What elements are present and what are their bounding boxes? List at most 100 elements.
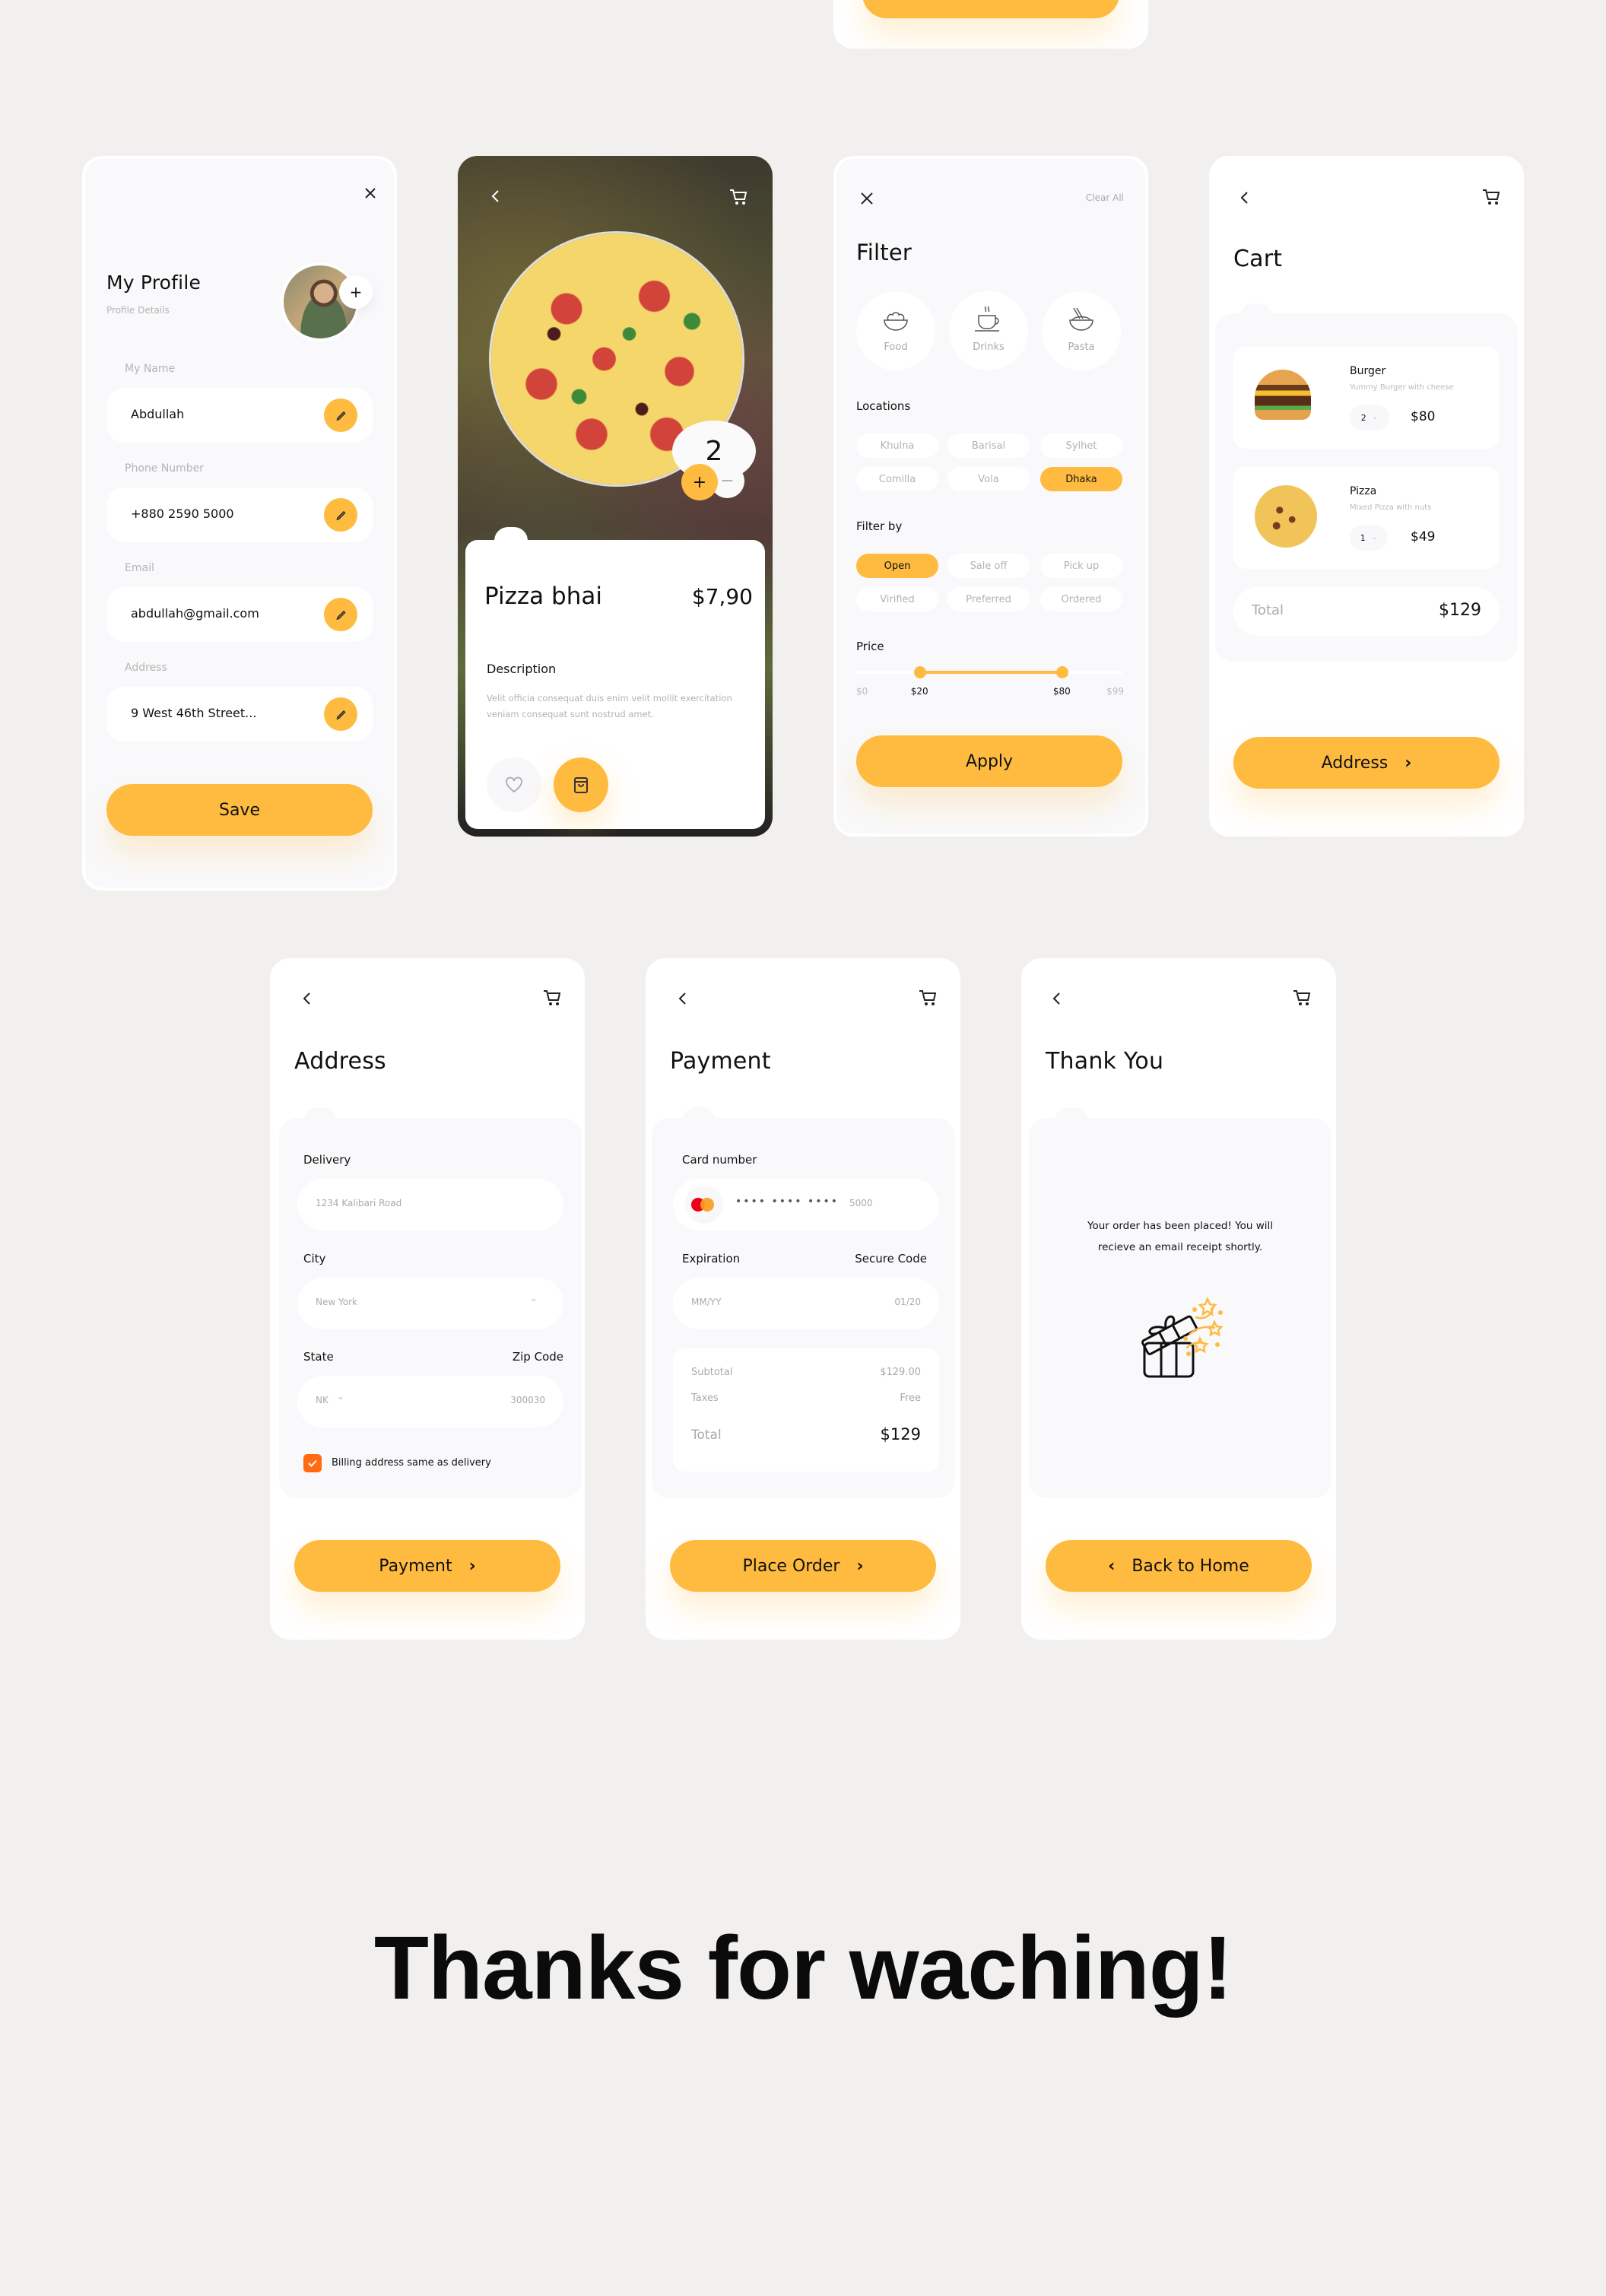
page-title: Cart [1233, 246, 1283, 272]
thank-you-screen: Thank You Your order has been placed! Yo… [1021, 958, 1336, 1640]
expiration-placeholder: MM/YY [691, 1297, 722, 1307]
chevron-left-icon [491, 190, 499, 202]
back-button[interactable] [673, 989, 691, 1008]
state-zip-input[interactable]: NK ⌄ 300030 [297, 1376, 563, 1427]
quantity-dropdown[interactable]: 1 ⌄ [1350, 525, 1388, 551]
city-select[interactable]: New York ⌄ [297, 1278, 563, 1329]
location-chip[interactable]: Vola [947, 467, 1030, 491]
location-chip[interactable]: Barisal [947, 433, 1030, 458]
location-chip[interactable]: Sylhet [1040, 433, 1122, 458]
field-label-address: Address [125, 662, 167, 674]
back-button[interactable] [1047, 989, 1065, 1008]
button-label: Payment [379, 1556, 452, 1576]
back-button[interactable] [297, 989, 316, 1008]
apply-label: Apply [965, 751, 1014, 771]
expiration-input[interactable]: MM/YY 01/20 [673, 1278, 939, 1329]
cart-button[interactable] [916, 987, 939, 1008]
description-title: Description [487, 662, 557, 676]
filter-chip[interactable]: Pick up [1040, 554, 1122, 578]
back-button[interactable] [485, 186, 505, 206]
tea-cup-icon [975, 306, 999, 332]
chevron-down-icon: ⌄ [1372, 414, 1379, 421]
email-value: abdullah@gmail.com [131, 606, 259, 621]
favorite-button[interactable] [487, 757, 541, 812]
expiration-value: 01/20 [894, 1297, 921, 1307]
cart-button[interactable] [541, 987, 563, 1008]
cart-button[interactable] [1480, 186, 1503, 208]
cart-icon [1293, 990, 1311, 1005]
payment-next-button[interactable]: Payment › [294, 1540, 560, 1592]
slider-thumb-high[interactable] [1055, 666, 1068, 678]
category-drinks[interactable]: Drinks [949, 291, 1028, 370]
chevron-left-icon [1052, 992, 1060, 1005]
card-last4: 5000 [849, 1198, 873, 1208]
pencil-icon [336, 710, 346, 720]
pencil-icon [336, 411, 346, 421]
back-button[interactable] [1235, 188, 1253, 208]
zip-value: 300030 [510, 1395, 545, 1405]
cart-icon [730, 189, 747, 205]
chevron-right-icon: › [1404, 753, 1412, 773]
clear-all-link[interactable]: Clear All [1086, 192, 1124, 203]
close-button[interactable] [858, 189, 876, 208]
price-high-label: $80 [1052, 686, 1071, 697]
description-text: Velit officia consequat duis enim velit … [487, 693, 732, 719]
filter-chip[interactable]: Sale off [947, 554, 1030, 578]
price-title: Price [856, 640, 884, 653]
cart-button[interactable] [727, 186, 750, 208]
slider-thumb-low[interactable] [913, 666, 926, 678]
field-label-phone: Phone Number [125, 462, 205, 475]
location-chip[interactable]: Comilla [856, 467, 938, 491]
shopping-bag-icon [574, 777, 588, 793]
location-chip[interactable]: Khulna [856, 433, 938, 458]
address-next-button[interactable]: Address › [1233, 737, 1500, 789]
taxes-value: Free [900, 1393, 921, 1404]
email-field[interactable]: abdullah@gmail.com [106, 587, 373, 642]
category-food[interactable]: Food [856, 291, 935, 370]
quantity-plus-button[interactable]: + [681, 464, 718, 500]
edit-email-button[interactable] [324, 598, 357, 631]
edit-name-button[interactable] [324, 399, 357, 432]
cart-button[interactable] [1290, 987, 1313, 1008]
back-to-home-button[interactable]: ‹ Back to Home [1046, 1540, 1312, 1592]
phone-field[interactable]: +880 2590 5000 [106, 487, 373, 542]
filter-chip[interactable]: Preferred [947, 587, 1030, 611]
price-range-slider[interactable] [856, 666, 1122, 678]
address-field[interactable]: 9 West 46th Street... [106, 687, 373, 742]
place-order-button[interactable]: Place Order › [670, 1540, 936, 1592]
cart-item-name: Burger [1350, 365, 1386, 377]
billing-checkbox[interactable] [303, 1454, 322, 1472]
delivery-input[interactable]: 1234 Kalibari Road [297, 1179, 563, 1231]
phone-value: +880 2590 5000 [131, 507, 234, 521]
state-value: NK [316, 1395, 328, 1405]
price-low-label: $20 [910, 686, 928, 697]
cart-item-price: $80 [1411, 409, 1436, 424]
chevron-down-icon: ⌄ [529, 1293, 538, 1304]
partial-top-button[interactable] [862, 0, 1119, 18]
edit-address-button[interactable] [324, 697, 357, 731]
cart-items-panel: Burger Yummy Burger with cheese 2 ⌄ $80 … [1215, 313, 1518, 662]
apply-button[interactable]: Apply [856, 735, 1122, 787]
cart-icon [919, 990, 937, 1005]
product-screen: 2 − + Pizza bhai $7,90 Description Velit… [458, 156, 773, 837]
filter-chip[interactable]: Virified [856, 587, 938, 611]
add-photo-button[interactable]: + [339, 275, 373, 309]
quantity-value: 2 [705, 435, 723, 467]
location-chip-selected[interactable]: Dhaka [1040, 467, 1122, 491]
filter-chip-selected[interactable]: Open [856, 554, 938, 578]
total-value: $129 [880, 1425, 921, 1443]
name-field[interactable]: Abdullah [106, 388, 373, 443]
save-button[interactable]: Save [106, 784, 373, 836]
cart-item: Burger Yummy Burger with cheese 2 ⌄ $80 [1233, 347, 1500, 449]
close-button[interactable] [360, 183, 380, 203]
add-to-bag-button[interactable] [554, 757, 608, 812]
page-subtitle: Profile Details [106, 305, 170, 316]
card-number-input[interactable]: •••• •••• •••• 5000 [673, 1179, 939, 1231]
category-pasta[interactable]: Pasta [1042, 291, 1121, 370]
subtotal-label: Subtotal [691, 1367, 733, 1378]
quantity-dropdown[interactable]: 2 ⌄ [1350, 405, 1389, 430]
page-title: Payment [670, 1048, 771, 1075]
check-icon [308, 1459, 317, 1467]
edit-phone-button[interactable] [324, 498, 357, 532]
filter-chip[interactable]: Ordered [1040, 587, 1122, 611]
